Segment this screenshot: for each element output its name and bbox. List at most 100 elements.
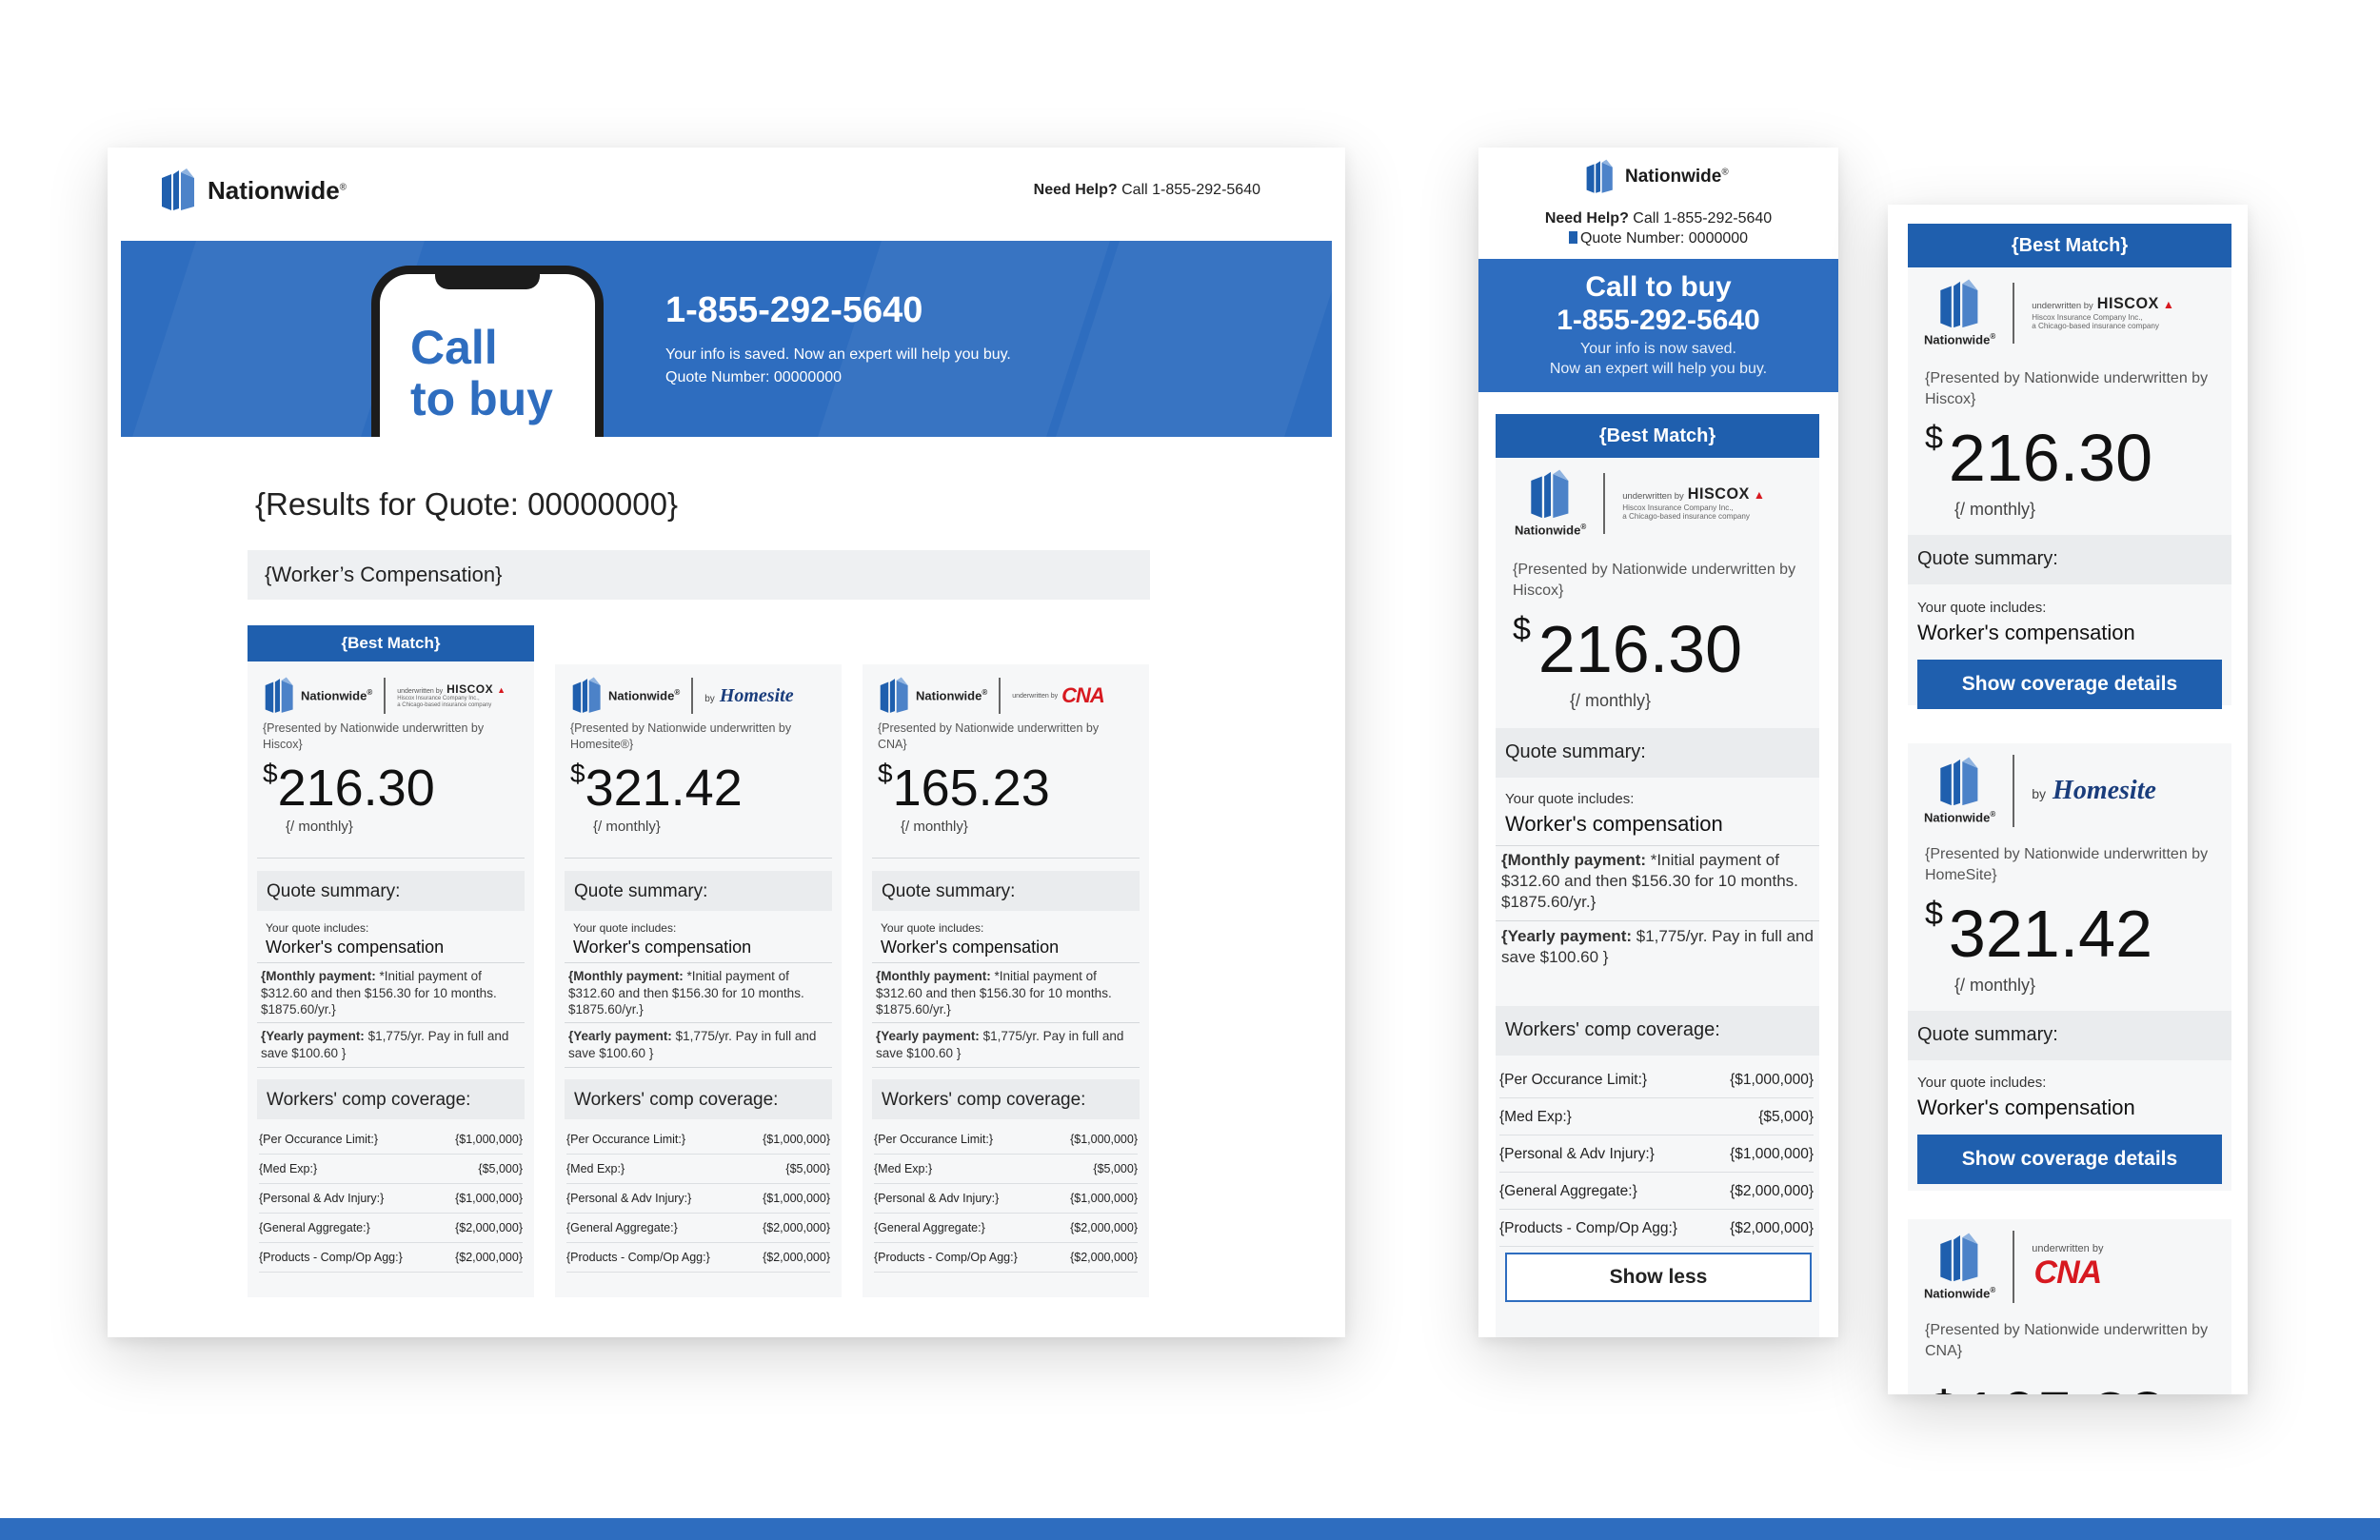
brand-name: Nationwide (1924, 332, 1991, 347)
coverage-row: {Per Occurance Limit:} {$1,000,000} (1499, 1061, 1814, 1098)
nationwide-logo[interactable]: Nationwide® (1585, 159, 1729, 195)
hiscox-fine2: a Chicago-based insurance company (1622, 512, 1750, 522)
includes-value: Worker's compensation (1505, 812, 1723, 836)
yearly-payment-label: {Yearly payment: (1501, 927, 1633, 945)
underwritten-by-label: underwritten by (2032, 300, 2093, 311)
brand-reg: ® (1990, 1286, 1996, 1295)
card-period: {/ monthly} (286, 819, 353, 835)
homesite-wordmark: Homesite (2053, 776, 2156, 805)
coverage-label: {General Aggregate:} (566, 1221, 678, 1234)
coverage-label: {Med Exp:} (259, 1162, 318, 1175)
coverage-row: {Personal & Adv Injury:} {$1,000,000} (874, 1184, 1138, 1214)
show-less-button[interactable]: Show less (1505, 1253, 1812, 1302)
monthly-payment: {Monthly payment: *Initial payment of $3… (876, 968, 1138, 1018)
includes-label: Your quote includes: (1505, 791, 1635, 807)
card-period: {/ monthly} (1954, 500, 2036, 519)
coverage-label: {General Aggregate:} (1499, 1183, 1637, 1199)
card-price-partial: $165.23 (1925, 1377, 2166, 1394)
mobile-help: Need Help? Call 1-855-292-5640 Quote Num… (1478, 208, 1838, 248)
price-value: 165.23 (892, 760, 1050, 817)
brand-name: Nationwide (1515, 523, 1581, 538)
show-coverage-details-button[interactable]: Show coverage details (1917, 1135, 2222, 1184)
coverage-value: {$1,000,000} (1730, 1072, 1814, 1088)
phone-illustration: Call to buy (371, 266, 604, 437)
coverage-label: {General Aggregate:} (259, 1221, 370, 1234)
card-logos: Nationwide® underwritten by CNA (1924, 1231, 2103, 1303)
need-help-label: Need Help? (1033, 182, 1118, 198)
includes-value: Worker's compensation (573, 938, 752, 957)
coverage-value: {$2,000,000} (1730, 1183, 1814, 1199)
nationwide-eagle-icon (162, 168, 194, 210)
logo-divider (2013, 282, 2015, 344)
card-logos: Nationwide® underwritten by HISCOX ▲ Hiscox … (1924, 279, 2174, 346)
card-price: $165.23 (878, 759, 1050, 818)
help-phone-link[interactable]: Call 1-855-292-5640 (1633, 210, 1772, 227)
nationwide-logo-small: Nationwide® (264, 677, 372, 715)
monthly-payment: {Monthly payment: *Initial payment of $3… (568, 968, 830, 1018)
brand-reg: ® (1990, 810, 1996, 819)
banner-subtext: Your info is saved. Now an expert will h… (665, 344, 1011, 389)
hiscox-wordmark: HISCOX (2096, 294, 2159, 312)
coverage-heading: Workers' comp coverage: (872, 1079, 1140, 1119)
brand-name: Nationwide (608, 688, 675, 703)
show-coverage-details-button[interactable]: Show coverage details (1917, 660, 2222, 709)
card-period: {/ monthly} (593, 819, 661, 835)
dollar-sign: $ (878, 759, 893, 788)
coverage-label: {Products - Comp/Op Agg:} (566, 1251, 710, 1264)
dollar-sign: $ (1513, 611, 1531, 647)
quote-summary-heading: Quote summary: (565, 871, 832, 911)
best-match-label: {Best Match} (1908, 224, 2231, 267)
homesite-logo: by Homesite (704, 685, 793, 707)
card-period: {/ monthly} (901, 819, 968, 835)
divider (565, 1067, 832, 1068)
mobile-banner-phone[interactable]: 1-855-292-5640 (1478, 304, 1838, 337)
phone-text-line2: to buy (410, 372, 553, 425)
divider (257, 1067, 525, 1068)
help-phone-link[interactable]: Call 1-855-292-5640 (1121, 182, 1260, 198)
coverage-label: {Per Occurance Limit:} (259, 1133, 379, 1146)
nationwide-eagle-icon (1939, 757, 1978, 806)
divider (872, 962, 1140, 963)
nationwide-logo[interactable]: Nationwide® (160, 168, 347, 212)
card-presented-by: {Presented by Nationwide underwritten by… (1513, 562, 1796, 599)
includes-value: Worker's compensation (1917, 1096, 2135, 1119)
cna-wordmark: CNA (1061, 683, 1105, 707)
includes-value: Worker's compensation (1917, 621, 2135, 644)
underwritten-by-label: underwritten by (1622, 490, 1684, 502)
yearly-payment: {Yearly payment: $1,775/yr. Pay in full … (1501, 926, 1815, 968)
card-presented-by: {Presented by Nationwide underwritten by… (1925, 1322, 2209, 1359)
coverage-value: {$1,000,000} (455, 1192, 523, 1205)
banner-phone-number[interactable]: 1-855-292-5640 (665, 290, 922, 331)
price-value: 216.30 (1537, 612, 1743, 686)
price-value: 321.42 (1948, 897, 2153, 971)
coverage-row: {General Aggregate:} {$2,000,000} (259, 1214, 523, 1243)
card-presented-by: {Presented by Nationwide underwritten by… (1925, 846, 2209, 883)
nationwide-logo-small: Nationwide® (571, 677, 680, 715)
brand-reg: ® (674, 688, 681, 698)
cropped-price-area: $165.23 (1925, 1377, 2211, 1394)
hiscox-fine1: Hiscox Insurance Company Inc., (1622, 503, 1734, 512)
mobile-quote-number: Quote Number: 0000000 (1579, 230, 1749, 247)
nationwide-logo-stacked: Nationwide® (1924, 279, 1995, 346)
yearly-payment-label: {Yearly payment: (568, 1029, 672, 1043)
divider (872, 858, 1140, 859)
coverage-label: {Personal & Adv Injury:} (566, 1192, 692, 1205)
nationwide-eagle-icon (1530, 469, 1569, 519)
best-match-label: {Best Match} (248, 625, 534, 661)
hiscox-logo: underwritten by HISCOX ▲ Hiscox Insurance C… (1622, 485, 1765, 522)
card-price: $216.30 (1925, 420, 2152, 496)
divider (565, 962, 832, 963)
yearly-payment: {Yearly payment: $1,775/yr. Pay in full … (568, 1028, 830, 1061)
yearly-payment: {Yearly payment: $1,775/yr. Pay in full … (261, 1028, 523, 1061)
bookmark-icon (1568, 231, 1577, 244)
coverage-label: {Products - Comp/Op Agg:} (874, 1251, 1018, 1264)
phone-screen-text: Call to buy (410, 322, 553, 424)
brand-reg: ® (367, 688, 373, 698)
coverage-row: {Products - Comp/Op Agg:} {$2,000,000} (1499, 1210, 1814, 1247)
hiscox-fine1: Hiscox Insurance Company Inc., (397, 696, 480, 702)
includes-label: Your quote includes: (881, 921, 984, 935)
hiscox-fine1: Hiscox Insurance Company Inc., (2032, 312, 2143, 322)
divider (257, 962, 525, 963)
nationwide-eagle-icon (1939, 1233, 1978, 1282)
logo-divider (2013, 755, 2015, 827)
